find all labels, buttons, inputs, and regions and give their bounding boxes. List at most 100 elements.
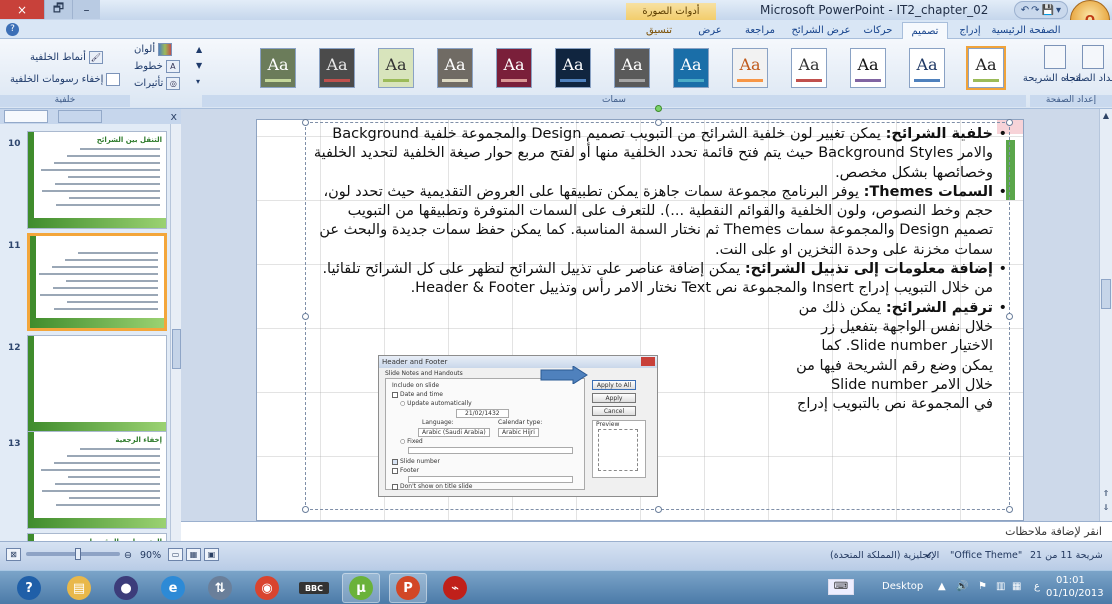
gallery-more-icon[interactable]: ▾ [196,77,200,86]
page-setup-icon[interactable] [1082,45,1104,69]
zoom-out-icon[interactable]: ⊖ [124,550,132,561]
keyboard-icon[interactable]: ⌨ [828,579,854,595]
notes-placeholder[interactable]: انقر لإضافة ملاحظات [1005,525,1102,538]
fit-to-window-icon[interactable]: ⊠ [6,548,21,561]
save-icon[interactable]: 💾 [1042,5,1054,16]
tab-slide-show[interactable]: عرض الشرائح [788,22,854,39]
tab-format[interactable]: تنسيق [634,22,684,39]
theme-thumbnail[interactable]: Aa [496,48,532,88]
resize-handle-bottom-left[interactable] [302,506,309,513]
theme-thumbnail[interactable]: Aa [909,48,945,88]
scroll-up-icon[interactable]: ▲ [1101,111,1111,120]
slides-pane-scroll-thumb[interactable] [172,329,181,369]
undo-icon[interactable]: ↶ [1021,5,1029,16]
slide-thumbnail[interactable] [27,233,167,331]
theme-effects-button[interactable]: تأثيرات ◎ [134,77,181,90]
slide-orientation-icon[interactable] [1044,45,1066,69]
tab-home[interactable]: الصفحة الرئيسية [990,22,1062,39]
tab-design[interactable]: تصميم [902,22,948,39]
slides-pane-scrollbar[interactable] [170,124,181,541]
header-footer-dialog-image[interactable]: Header and Footer Slide Notes and Handou… [378,355,658,497]
dialog-title: Header and Footer [379,356,657,368]
flag-icon[interactable]: ⚑ [978,581,987,592]
clock-date[interactable]: 01/10/2013 [1046,588,1104,599]
hide-background-graphics-checkbox[interactable]: إخفاء رسومات الخلفية [10,73,121,86]
taskbar-acrobat-button[interactable]: ⌁ [436,573,474,603]
spellcheck-icon[interactable]: ✔ [925,550,933,561]
content-placeholder[interactable]: خلفية الشرائح: يمكن تغيير لون خلفية الشر… [302,105,1013,513]
slide-scroll-thumb[interactable] [1101,279,1111,309]
restore-window-button[interactable]: 🗗 [44,0,72,19]
tab-slides[interactable] [4,110,48,123]
theme-thumbnail[interactable]: Aa [319,48,355,88]
slide-sorter-view-icon[interactable]: ▦ [186,548,201,561]
gallery-scroll-up-icon[interactable]: ▲ [196,45,202,54]
theme-thumbnail[interactable]: Aa [555,48,591,88]
resize-handle-bottom-right[interactable] [1006,506,1013,513]
background-styles-button[interactable]: أنماط الخلفية 🖌 [30,51,103,64]
theme-thumbnail[interactable]: Aa [673,48,709,88]
theme-thumbnail[interactable]: Aa [260,48,296,88]
resize-handle-right[interactable] [1006,313,1013,320]
theme-fonts-button[interactable]: خطوط A [134,60,180,73]
notes-pane[interactable]: انقر لإضافة ملاحظات [181,521,1112,541]
taskbar-utorrent-button[interactable]: µ [342,573,380,603]
tab-outline[interactable] [58,110,102,123]
taskbar-media-button[interactable]: ● [107,573,145,603]
close-window-button[interactable]: × [0,0,44,19]
theme-thumbnail[interactable]: Aa [614,48,650,88]
slideshow-view-icon[interactable]: ▣ [204,548,219,561]
taskbar-chrome-button[interactable]: ◉ [248,573,286,603]
taskbar-ie-button[interactable]: e [154,573,192,603]
zoom-slider[interactable] [26,548,120,560]
zoom-level[interactable]: 90% [140,550,161,561]
minimize-window-button[interactable]: – [72,0,100,19]
theme-thumbnail[interactable]: Aa [378,48,414,88]
taskbar-network-button[interactable]: ⇅ [201,573,239,603]
gallery-scroll-down-icon[interactable]: ▼ [196,61,202,70]
next-slide-icon[interactable]: ⇓ [1101,503,1111,512]
rotate-handle[interactable] [655,105,662,112]
signal-icon[interactable]: ▦ [1012,581,1021,592]
qat-dropdown-icon[interactable]: ▾ [1056,5,1061,16]
tab-view[interactable]: عرض [690,22,730,39]
theme-thumbnail[interactable]: Aa [850,48,886,88]
tab-review[interactable]: مراجعة [736,22,784,39]
desktop-toolbar[interactable]: Desktop [882,581,923,592]
theme-thumbnail[interactable]: Aa [437,48,473,88]
language-indicator[interactable]: الإنجليزية (المملكة المتحدة) [830,550,939,561]
resize-handle-left[interactable] [302,313,309,320]
slide-scrollbar[interactable]: ▲ ⇑ ⇓ [1099,109,1112,521]
dialog-footer-label: Footer [400,467,420,474]
zoom-slider-knob[interactable] [74,548,81,560]
redo-icon[interactable]: ↷ [1031,5,1039,16]
theme-colors-button[interactable]: ألوان [134,43,173,56]
normal-view-icon[interactable]: ▭ [168,548,183,561]
network-icon[interactable]: ▥ [996,581,1005,592]
theme-thumbnail[interactable]: Aa [791,48,827,88]
tab-insert[interactable]: إدراج [952,22,988,39]
taskbar-powerpoint-button[interactable]: P [389,573,427,603]
taskbar-help-button[interactable]: ? [10,573,48,603]
slide-thumbnail[interactable]: التنقل بين الشرائح [27,131,167,229]
volume-icon[interactable]: 🔊 [956,581,968,592]
taskbar-explorer-button[interactable]: ▤ [60,573,98,603]
theme-thumbnail[interactable]: Aa [966,46,1006,90]
slide-orientation-button[interactable]: اتجاه الشريحة [1023,73,1081,84]
dialog-dont-show-label: Don't show on title slide [400,483,473,490]
slide-canvas[interactable]: خلفية الشرائح: يمكن تغيير لون خلفية الشر… [256,105,1024,521]
clock-time[interactable]: 01:01 [1056,575,1085,586]
tab-animations[interactable]: حركات [858,22,898,39]
resize-handle-bottom[interactable] [655,506,662,513]
previous-slide-icon[interactable]: ⇑ [1101,489,1111,498]
close-pane-icon[interactable]: x [170,110,177,123]
resize-handle-top-right[interactable] [1006,119,1013,126]
resize-handle-top-left[interactable] [302,119,309,126]
input-language[interactable]: ع [1034,581,1040,592]
slide-thumbnail[interactable]: إخفاء الرجعية [27,431,167,529]
tray-expand-icon[interactable]: ▲ [938,581,946,592]
help-icon[interactable]: ? [6,23,19,36]
theme-thumbnail[interactable]: Aa [732,48,768,88]
taskbar-bbc-button[interactable]: BBC [295,573,333,603]
slide-thumbnail[interactable] [27,335,167,433]
